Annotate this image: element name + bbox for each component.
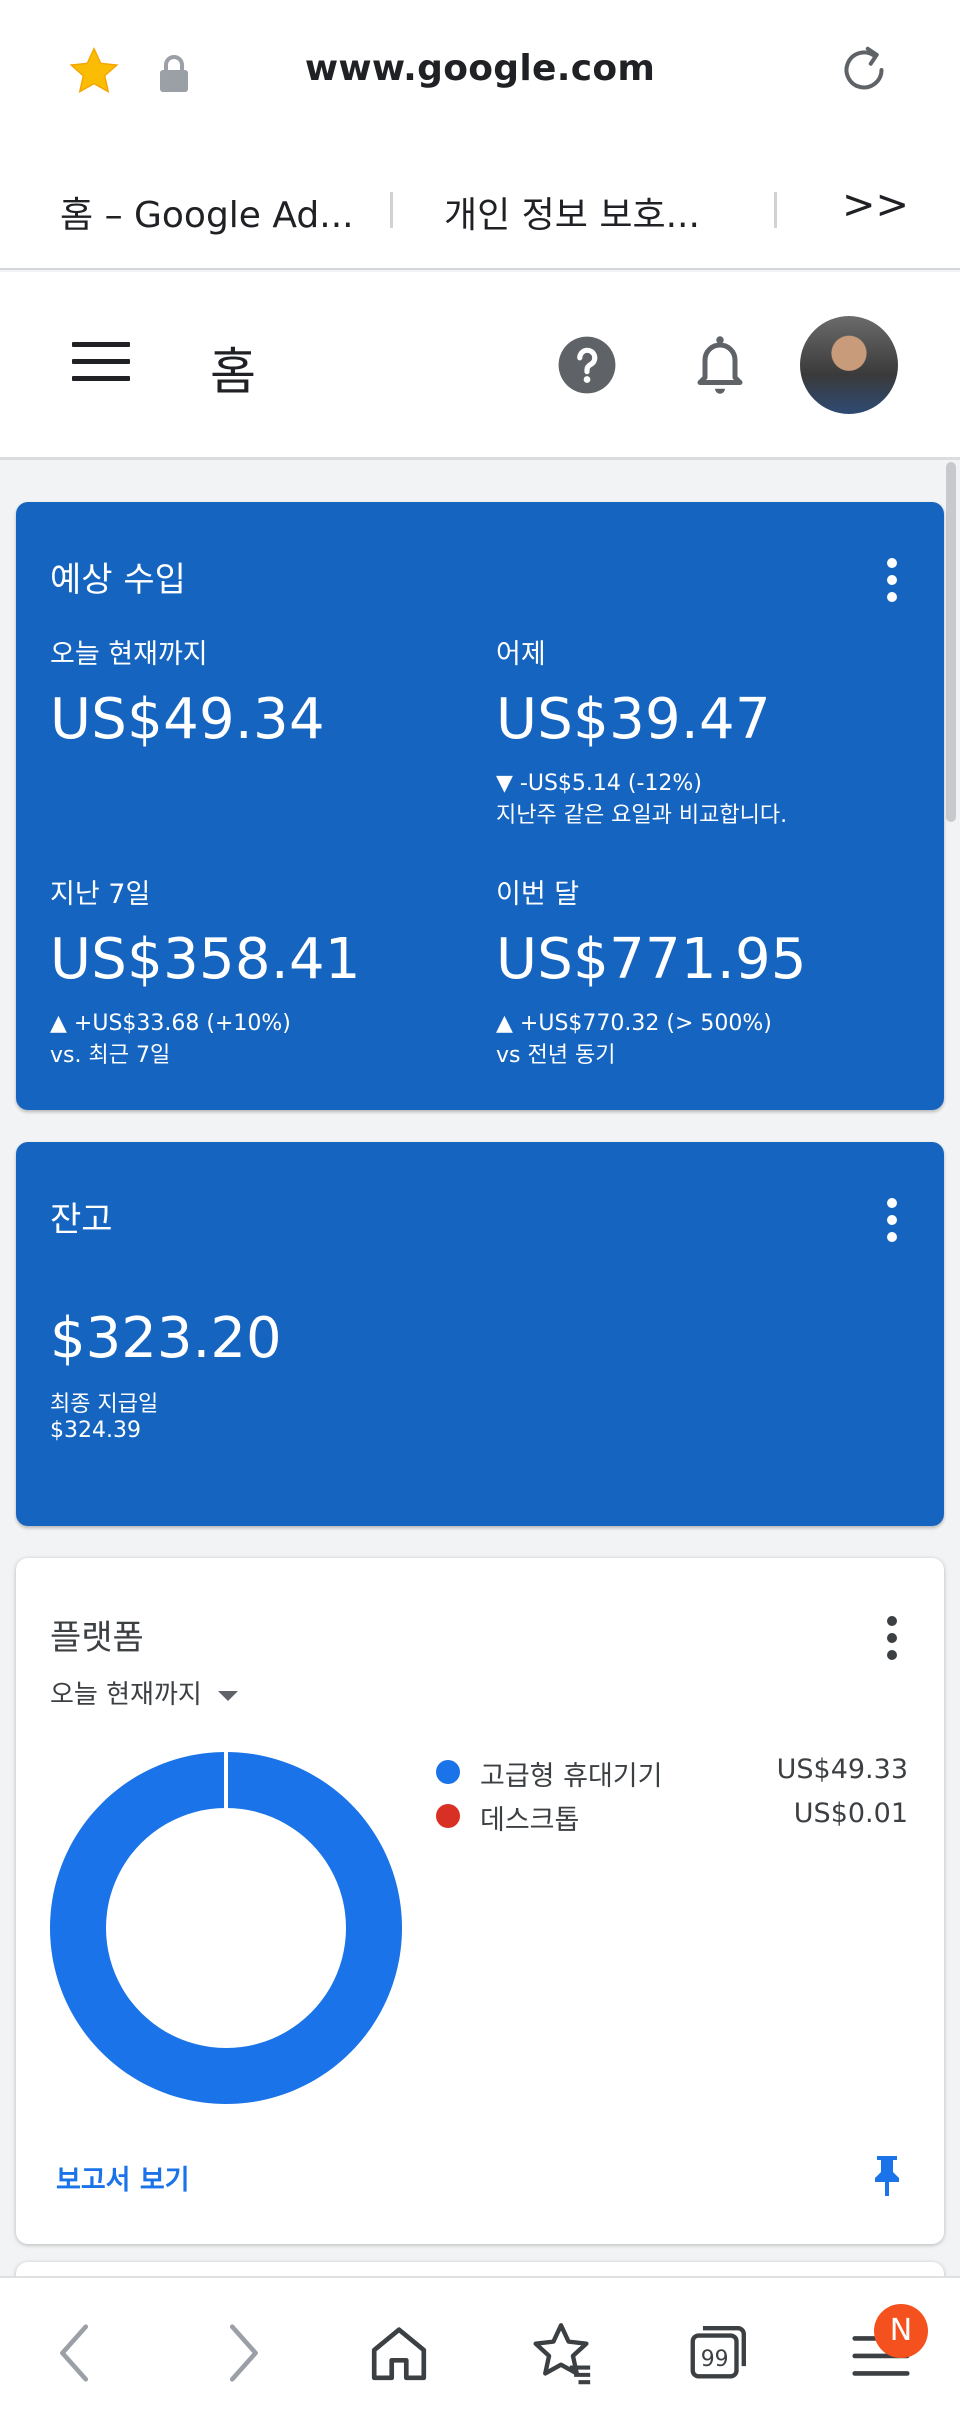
page-title: 홈: [210, 343, 256, 401]
url-text[interactable]: www.google.com: [0, 48, 960, 89]
tab-privacy[interactable]: 개인 정보 보호...: [444, 186, 700, 238]
legend-dot: [436, 1804, 460, 1828]
legend-value: US$0.01: [793, 1798, 908, 1829]
chevron-down-icon: [217, 1690, 238, 1701]
tab-strip: 홈 – Google Ad... 개인 정보 보호... >>: [0, 150, 960, 270]
tabs-count-icon[interactable]: 99: [684, 2318, 754, 2388]
metric-label: 이번 달: [496, 879, 580, 910]
date-range-dropdown[interactable]: 오늘 현재까지: [50, 1674, 238, 1711]
tab-divider: [390, 192, 393, 228]
notification-badge: N: [874, 2304, 928, 2358]
legend-value: US$49.33: [776, 1754, 908, 1785]
back-icon[interactable]: [42, 2318, 112, 2388]
metric-note: vs. 최근 7일: [50, 1043, 171, 1068]
estimated-earnings-card: 예상 수입 오늘 현재까지 US$49.34 어제 US$39.47 ▼ -US…: [16, 502, 944, 1110]
app-header: 홈: [0, 272, 960, 460]
tabs-more-button[interactable]: >>: [842, 182, 909, 228]
card-title: 예상 수입: [50, 560, 186, 600]
metric-note: vs 전년 동기: [496, 1043, 616, 1068]
menu-icon[interactable]: [72, 342, 130, 386]
legend-label: 데스크톱: [480, 1805, 580, 1836]
more-options-icon[interactable]: [886, 1616, 898, 1662]
metric-label: 지난 7일: [50, 879, 151, 910]
balance-card: 잔고 $323.20 최종 지급일 $324.39: [16, 1142, 944, 1526]
metric-change: ▼ -US$5.14 (-12%): [496, 771, 702, 796]
legend-dot: [436, 1760, 460, 1784]
metric-value: US$358.41: [50, 927, 361, 992]
last-payment-value: $324.39: [50, 1418, 141, 1443]
tab-adsense-home[interactable]: 홈 – Google Ad...: [60, 186, 354, 238]
legend-item: 고급형 휴대기기 US$49.33: [418, 1754, 908, 1794]
balance-value: $323.20: [50, 1306, 282, 1371]
page-scrollbar[interactable]: [946, 462, 956, 822]
home-icon[interactable]: [364, 2318, 434, 2388]
forward-icon[interactable]: [206, 2318, 276, 2388]
platform-card: 플랫폼 오늘 현재까지 고급형 휴대기기 US$49.33 데스크톱 US$0.…: [16, 1558, 944, 2244]
card-title: 잔고: [50, 1200, 113, 1240]
card-title: 플랫폼: [50, 1618, 144, 1658]
pin-icon[interactable]: [870, 2154, 904, 2198]
legend-item: 데스크톱 US$0.01: [418, 1798, 908, 1838]
more-options-icon[interactable]: [886, 558, 898, 604]
last-payment-label: 최종 지급일: [50, 1392, 159, 1417]
metric-change: ▲ +US$33.68 (+10%): [50, 1011, 291, 1036]
notifications-bell-icon[interactable]: [690, 332, 750, 398]
bookmarks-star-icon[interactable]: [526, 2318, 596, 2388]
metric-today: 오늘 현재까지 US$49.34: [50, 632, 325, 752]
more-options-icon[interactable]: [886, 1198, 898, 1244]
metric-value: US$771.95: [496, 927, 807, 992]
metric-value: US$49.34: [50, 687, 325, 752]
page: www.google.com 홈 – Google Ad... 개인 정보 보호…: [0, 0, 960, 2423]
metric-last-7-days: 지난 7일 US$358.41 ▲ +US$33.68 (+10%) vs. 최…: [50, 872, 361, 1072]
metric-this-month: 이번 달 US$771.95 ▲ +US$770.32 (> 500%) vs …: [496, 872, 807, 1072]
date-range-value: 오늘 현재까지: [50, 1680, 202, 1710]
help-icon[interactable]: [556, 334, 618, 396]
legend-label: 고급형 휴대기기: [480, 1761, 663, 1792]
tab-divider: [774, 192, 777, 228]
svg-text:99: 99: [701, 2347, 729, 2372]
browser-bottom-nav: 99 N: [0, 2276, 960, 2423]
metric-change: ▲ +US$770.32 (> 500%): [496, 1011, 772, 1036]
metric-label: 어제: [496, 639, 546, 670]
metric-value: US$39.47: [496, 687, 771, 752]
metric-yesterday: 어제 US$39.47 ▼ -US$5.14 (-12%) 지난주 같은 요일과…: [496, 632, 787, 832]
browser-url-bar: www.google.com: [0, 0, 960, 150]
platform-donut-chart: [49, 1751, 402, 2104]
view-report-link[interactable]: 보고서 보기: [56, 2158, 190, 2197]
reload-icon[interactable]: [834, 40, 894, 100]
metric-label: 오늘 현재까지: [50, 639, 208, 670]
metric-note: 지난주 같은 요일과 비교합니다.: [496, 803, 788, 828]
avatar[interactable]: [800, 316, 898, 414]
